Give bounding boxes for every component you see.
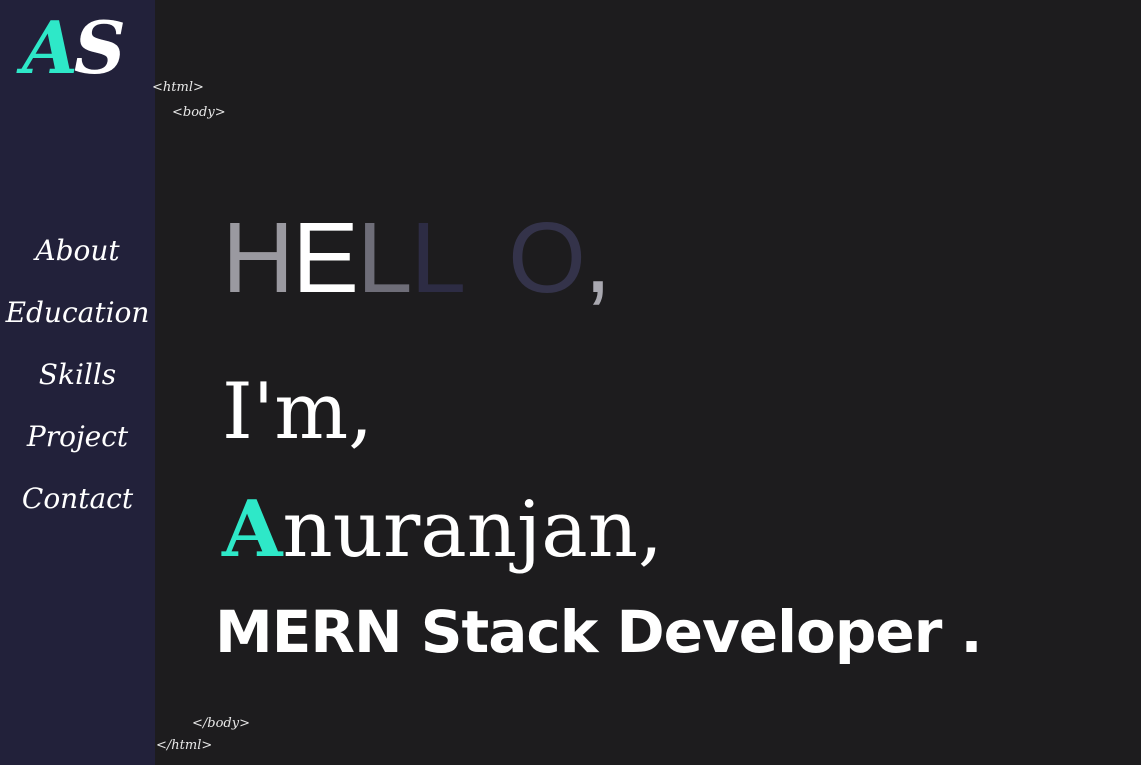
nav-item-education[interactable]: Education	[0, 282, 155, 344]
nav-item-skills[interactable]: Skills	[0, 344, 155, 406]
hello-letter-2[interactable]: E	[292, 208, 359, 308]
body-close-tag: </body>	[192, 716, 250, 731]
nav-item-contact[interactable]: Contact	[0, 468, 155, 530]
sidebar: AS About Education Skills Project Contac…	[0, 0, 155, 765]
hello-letter-3[interactable]: L	[357, 208, 413, 308]
hello-letter-1[interactable]: H	[222, 208, 294, 308]
site-logo[interactable]: AS	[22, 6, 137, 90]
name-heading: Anuranjan,	[222, 480, 663, 580]
logo-letter-s: S	[73, 5, 126, 90]
role-heading: MERN Stack Developer .	[215, 598, 983, 666]
nav-item-about[interactable]: About	[0, 220, 155, 282]
hello-letter-7[interactable]: ,	[584, 208, 612, 308]
body-open-tag: <body>	[172, 105, 226, 120]
hello-letter-6[interactable]: O	[508, 208, 586, 308]
im-text: I'm,	[222, 367, 374, 457]
hello-letter-4[interactable]: L	[411, 208, 467, 308]
name-rest: nuranjan,	[282, 485, 663, 575]
hello-heading: HELL O,	[222, 208, 612, 318]
main-nav: About Education Skills Project Contact	[0, 220, 155, 530]
html-open-tag: <html>	[152, 80, 204, 95]
logo-letter-a: A	[22, 5, 78, 90]
name-first-letter[interactable]: A	[222, 484, 283, 575]
nav-item-project[interactable]: Project	[0, 406, 155, 468]
html-close-tag: </html>	[156, 738, 213, 753]
